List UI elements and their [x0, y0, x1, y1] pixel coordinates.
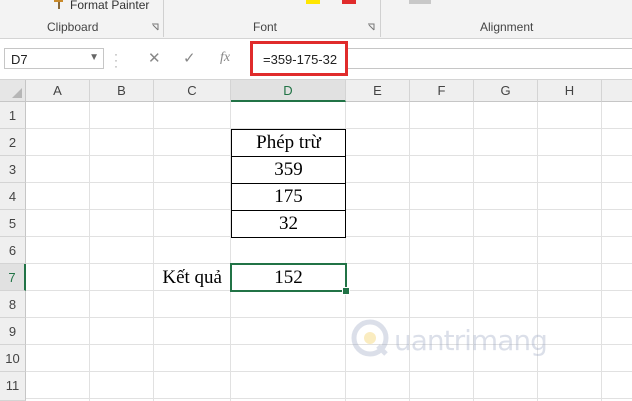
gridline — [601, 102, 602, 401]
row-header-2[interactable]: 2 — [0, 129, 26, 156]
cell-d5[interactable]: 32 — [231, 210, 346, 238]
group-label-alignment: Alignment — [480, 20, 534, 34]
check-icon[interactable]: ✓ — [183, 49, 196, 67]
cancel-icon[interactable]: ✕ — [148, 49, 161, 67]
formula-text: =359-175-32 — [263, 52, 338, 67]
row-header-10[interactable]: 10 — [0, 345, 26, 372]
cell-c7[interactable]: Kết quả — [100, 264, 230, 291]
row-header-4[interactable]: 4 — [0, 183, 26, 210]
column-header-f[interactable]: F — [410, 80, 474, 102]
row-header-6[interactable]: 6 — [0, 237, 26, 264]
row-header-8[interactable]: 8 — [0, 291, 26, 318]
column-header-e[interactable]: E — [346, 80, 410, 102]
worksheet-grid[interactable]: A B C D E F G H 1 2 3 4 5 6 7 8 9 10 11 … — [0, 80, 632, 401]
ribbon-separator — [380, 0, 381, 37]
clipboard-launcher-icon[interactable] — [151, 23, 159, 31]
gridline — [89, 102, 90, 401]
watermark: uantrimang — [350, 318, 570, 362]
column-header-h[interactable]: H — [538, 80, 602, 102]
column-header-d[interactable]: D — [231, 80, 346, 102]
format-painter-button[interactable]: Format Painter — [52, 0, 149, 13]
name-box-value: D7 — [11, 52, 28, 67]
formula-input[interactable]: =359-175-32 — [250, 41, 348, 76]
select-all-triangle-icon — [12, 88, 22, 98]
cell-d7-active[interactable]: 152 — [230, 263, 347, 292]
row-header-7[interactable]: 7 — [0, 264, 26, 291]
gridline — [26, 398, 632, 399]
ribbon: Format Painter Clipboard Font Alignment — [0, 0, 632, 39]
gridline — [153, 102, 154, 401]
column-header-g[interactable]: G — [474, 80, 538, 102]
watermark-logo-icon — [351, 319, 389, 357]
formula-bar: D7 ▼ · · · ✕ ✓ fx =359-175-32 — [0, 39, 632, 80]
row-header-3[interactable]: 3 — [0, 156, 26, 183]
gridline — [26, 371, 632, 372]
formula-input-extension[interactable] — [348, 48, 632, 69]
highlight-color-swatch[interactable] — [306, 0, 320, 4]
font-color-swatch[interactable] — [342, 0, 356, 4]
insert-function-icon[interactable]: fx — [220, 50, 230, 66]
drag-handle-icon[interactable]: · · · — [114, 48, 118, 72]
paintbrush-icon — [52, 0, 66, 13]
fill-handle[interactable] — [342, 287, 350, 295]
ribbon-separator — [163, 0, 164, 37]
row-header-11[interactable]: 11 — [0, 372, 26, 401]
column-header-c[interactable]: C — [154, 80, 231, 102]
chevron-down-icon[interactable]: ▼ — [89, 52, 99, 63]
column-header-partial[interactable] — [602, 80, 632, 102]
format-painter-label: Format Painter — [70, 0, 150, 12]
column-header-a[interactable]: A — [26, 80, 90, 102]
group-label-font: Font — [253, 20, 278, 34]
font-launcher-icon[interactable] — [367, 23, 375, 31]
row-header-1[interactable]: 1 — [0, 102, 26, 129]
select-all-button[interactable] — [0, 80, 26, 102]
row-header-9[interactable]: 9 — [0, 318, 26, 345]
cell-d4[interactable]: 175 — [231, 183, 346, 211]
name-box[interactable]: D7 ▼ — [4, 48, 104, 69]
cell-d3[interactable]: 359 — [231, 156, 346, 184]
column-header-b[interactable]: B — [90, 80, 154, 102]
alignment-control[interactable] — [409, 0, 431, 4]
group-label-clipboard: Clipboard — [47, 20, 99, 34]
watermark-text: uantrimang — [394, 324, 548, 357]
row-header-5[interactable]: 5 — [0, 210, 26, 237]
cell-d2[interactable]: Phép trừ — [231, 129, 346, 157]
